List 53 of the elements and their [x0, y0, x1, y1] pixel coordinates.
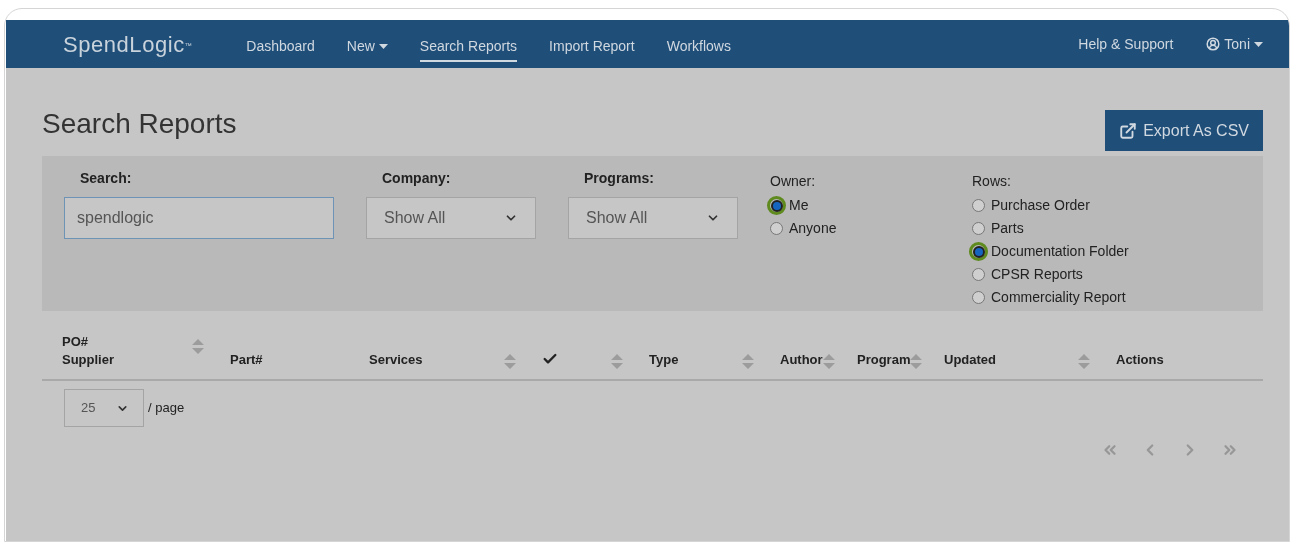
radio-button[interactable] — [972, 199, 985, 212]
help-link[interactable]: Help & Support — [1078, 33, 1174, 55]
caret-icon — [1254, 41, 1263, 47]
field-label: Company: — [382, 169, 452, 188]
field-label: Programs: — [584, 169, 656, 188]
column-header: Updated — [944, 351, 996, 369]
nav-link[interactable]: Search Reports — [419, 32, 518, 62]
export-button[interactable]: Export As CSV — [1105, 110, 1263, 151]
radio-label: Me — [789, 196, 809, 215]
sort-icon[interactable] — [822, 354, 835, 369]
nav-link[interactable]: Dashboard — [246, 32, 315, 62]
user-menu[interactable]: Toni — [1206, 33, 1263, 55]
logo[interactable]: SpendLogic$^{™}$ — [63, 27, 193, 61]
radio-button[interactable] — [972, 222, 985, 235]
radio-button[interactable] — [770, 222, 783, 235]
radio-label: CPSR Reports — [991, 265, 1083, 284]
column-header: Services — [369, 351, 423, 369]
nav-link[interactable]: New — [346, 32, 388, 62]
sort-icon[interactable] — [611, 354, 623, 369]
field-label: Owner: — [770, 172, 817, 191]
column-header: Program — [857, 351, 911, 369]
field-label: Search: — [80, 169, 133, 188]
sort-icon[interactable] — [742, 354, 754, 369]
user-icon — [1206, 37, 1221, 51]
column-header: Actions — [1116, 351, 1164, 369]
column-header: Part# — [230, 351, 263, 369]
nav-link[interactable]: Import Report — [549, 32, 635, 62]
page-size-select[interactable]: 25 — [64, 389, 144, 427]
page-size-label: / page — [148, 399, 185, 418]
column-header: PO# Supplier — [62, 333, 114, 369]
external-link-icon — [1119, 121, 1138, 140]
column-header: Author — [780, 351, 823, 369]
sort-icon[interactable] — [192, 339, 204, 354]
sort-icon[interactable] — [1078, 354, 1090, 369]
sort-icon[interactable] — [504, 354, 516, 369]
field-label: Rows: — [972, 172, 1012, 191]
radio-button[interactable] — [969, 242, 988, 261]
radio-button[interactable] — [972, 291, 985, 304]
sort-icon[interactable] — [910, 354, 923, 369]
radio-label: Anyone — [789, 219, 837, 238]
radio-label: Parts — [991, 219, 1024, 238]
page-title: Search Reports — [42, 110, 237, 138]
select-field[interactable]: Show All — [366, 197, 536, 239]
caret-icon — [378, 43, 388, 49]
radio-label: Commerciality Report — [991, 288, 1126, 307]
radio-label: Purchase Order — [991, 196, 1090, 215]
radio-button[interactable] — [972, 268, 985, 281]
select-field[interactable]: Show All — [568, 197, 738, 239]
radio-label: Documentation Folder — [991, 242, 1129, 261]
column-header: Type — [649, 351, 679, 369]
nav-link[interactable]: Workflows — [666, 32, 731, 62]
radio-button[interactable] — [767, 196, 786, 215]
search-field[interactable]: spendlogic — [64, 197, 334, 239]
